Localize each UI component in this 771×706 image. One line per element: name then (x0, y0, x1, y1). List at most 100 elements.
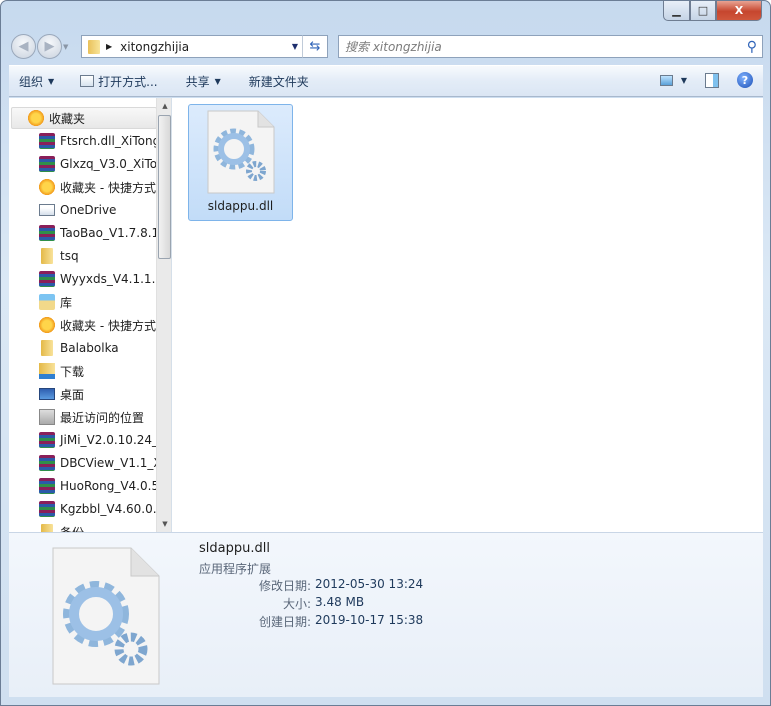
command-bar: 组织 ▼ 打开方式... 共享 ▼ 新建文件夹 ▼ ? (9, 65, 763, 97)
modified-label: 修改日期: (258, 579, 311, 593)
star-icon (39, 317, 55, 333)
sidebar-item[interactable]: 桌面 (9, 383, 159, 405)
file-name: sldappu.dll (207, 199, 274, 213)
forward-button[interactable]: ▶ (37, 34, 62, 59)
rar-icon (39, 478, 55, 494)
scrollbar-thumb[interactable] (158, 115, 171, 259)
share-label: 共享 (185, 74, 210, 89)
detail-file-type: 应用程序扩展 (199, 562, 272, 576)
sidebar-item[interactable]: 收藏夹 (11, 107, 157, 129)
sidebar-item[interactable]: Glxzq_V3.0_XiTo (9, 153, 159, 175)
open-with-button[interactable]: 打开方式... (70, 69, 167, 93)
breadcrumb-chevron-icon[interactable]: ▶ (106, 42, 112, 51)
sidebar-item-label: Balabolka (60, 341, 119, 355)
scroll-up-button[interactable]: ▲ (157, 98, 171, 114)
details-pane: sldappu.dll 应用程序扩展 修改日期: 2012-05-30 13:24… (9, 532, 763, 697)
rar-icon (39, 501, 55, 517)
rar-icon (39, 156, 55, 172)
sidebar-item[interactable]: 库 (9, 291, 159, 313)
sidebar-item[interactable]: 收藏夹 - 快捷方式 (9, 314, 159, 336)
sidebar-item-label: 下载 (60, 364, 85, 379)
sidebar-item-label: HuoRong_V4.0.5 (60, 479, 159, 493)
organize-button[interactable]: 组织 ▼ (9, 69, 64, 93)
sidebar-item[interactable]: TaoBao_V1.7.8.1 (9, 222, 159, 244)
sidebar-item[interactable]: Wyyxds_V4.1.1.1 (9, 268, 159, 290)
file-item-sldappu-dll[interactable]: sldappu.dll (188, 104, 293, 221)
download-icon (39, 363, 55, 379)
main-pane: 收藏夹 Ftsrch.dll_XiTong Glxzq_V3.0_XiTo 收藏夹 -… (9, 98, 763, 532)
sidebar-item-label: tsq (60, 249, 79, 263)
rar-icon (39, 225, 55, 241)
help-icon[interactable]: ? (737, 72, 753, 88)
folder-icon (41, 248, 53, 264)
share-button[interactable]: 共享 ▼ (176, 69, 231, 93)
sidebar-item-label: DBCView_V1.1_X (60, 456, 159, 470)
dll-gear-file-icon (207, 110, 274, 194)
dll-gear-file-large-icon (52, 547, 160, 685)
size-value: 3.48 MB (315, 595, 365, 609)
sidebar-item-label: Ftsrch.dll_XiTong (60, 134, 159, 148)
rar-icon (39, 271, 55, 287)
explorer-window: ▁ □ X ◀ ▶ ▼ ▶ xitongzhijia ▼ ⇆ ⚲ 组织 ▼ 打开方… (0, 0, 771, 706)
window-icon (39, 204, 55, 216)
star-icon (28, 110, 44, 126)
sidebar-item-label: TaoBao_V1.7.8.1 (60, 226, 159, 240)
created-value: 2019-10-17 15:38 (315, 613, 424, 627)
rar-icon (39, 455, 55, 471)
sidebar-item-label: Kgzbbl_V4.60.0. (60, 502, 157, 516)
change-view-button[interactable]: ▼ (659, 74, 687, 86)
created-label: 创建日期: (258, 615, 311, 629)
sidebar-item-label: 最近访问的位置 (60, 410, 145, 425)
open-with-icon (80, 75, 95, 87)
sidebar-item-label: 桌面 (60, 387, 85, 402)
search-input[interactable] (345, 39, 747, 54)
desktop-icon (39, 388, 55, 400)
sidebar-item[interactable]: Kgzbbl_V4.60.0. (9, 498, 159, 520)
sidebar-item-label: 备份 (60, 524, 84, 533)
sidebar-item-label: Glxzq_V3.0_XiTo (60, 157, 158, 171)
maximize-button[interactable]: □ (690, 1, 716, 21)
recent-icon (39, 409, 55, 425)
nav-buttons: ◀ ▶ ▼ (11, 34, 68, 59)
close-button[interactable]: X (716, 1, 762, 21)
sidebar-item[interactable]: 备份 (9, 521, 159, 532)
search-icon[interactable]: ⚲ (747, 39, 757, 55)
rar-icon (39, 133, 55, 149)
sidebar-item[interactable]: Balabolka (9, 337, 159, 359)
new-folder-button[interactable]: 新建文件夹 (239, 69, 319, 93)
sidebar-item[interactable]: DBCView_V1.1_X (9, 452, 159, 474)
scroll-down-button[interactable]: ▼ (157, 516, 171, 532)
modified-value: 2012-05-30 13:24 (315, 577, 424, 591)
sidebar-item[interactable]: tsq (9, 245, 159, 267)
sidebar-item-label: 收藏夹 - 快捷方式 (60, 318, 156, 333)
refresh-button[interactable]: ⇆ (302, 35, 328, 58)
sidebar-item[interactable]: OneDrive (9, 199, 159, 221)
recent-pages-dropdown[interactable]: ▼ (63, 43, 68, 51)
new-folder-label: 新建文件夹 (248, 74, 309, 89)
star-icon (39, 179, 55, 195)
sidebar-item[interactable]: HuoRong_V4.0.5 (9, 475, 159, 497)
sidebar-item[interactable]: 收藏夹 - 快捷方式 (9, 176, 159, 198)
sidebar-item-label: JiMi_V2.0.10.24_ (60, 433, 159, 447)
sidebar-item[interactable]: 最近访问的位置 (9, 406, 159, 428)
window-controls: ▁ □ X (663, 1, 762, 21)
library-icon (39, 294, 55, 310)
navigation-scrollbar[interactable]: ▲ ▼ (156, 98, 171, 532)
folder-icon (41, 340, 53, 356)
sidebar-item[interactable]: Ftsrch.dll_XiTong (9, 130, 159, 152)
address-dropdown-icon[interactable]: ▼ (292, 42, 298, 51)
arrow-left-icon: ◀ (18, 39, 29, 54)
search-box[interactable]: ⚲ (338, 35, 763, 58)
arrow-right-icon: ▶ (44, 39, 55, 54)
back-button[interactable]: ◀ (11, 34, 36, 59)
detail-modified-row: 修改日期: 2012-05-30 13:24 (199, 577, 439, 594)
address-bar[interactable]: ▶ xitongzhijia ▼ (81, 35, 327, 58)
minimize-button[interactable]: ▁ (663, 1, 690, 21)
preview-pane-button[interactable] (705, 72, 719, 88)
breadcrumb-path[interactable]: xitongzhijia (120, 40, 292, 54)
size-label: 大小: (282, 597, 311, 611)
folder-icon (41, 524, 53, 532)
sidebar-item[interactable]: JiMi_V2.0.10.24_ (9, 429, 159, 451)
navigation-pane: 收藏夹 Ftsrch.dll_XiTong Glxzq_V3.0_XiTo 收藏夹 -… (9, 98, 172, 532)
sidebar-item[interactable]: 下载 (9, 360, 159, 382)
